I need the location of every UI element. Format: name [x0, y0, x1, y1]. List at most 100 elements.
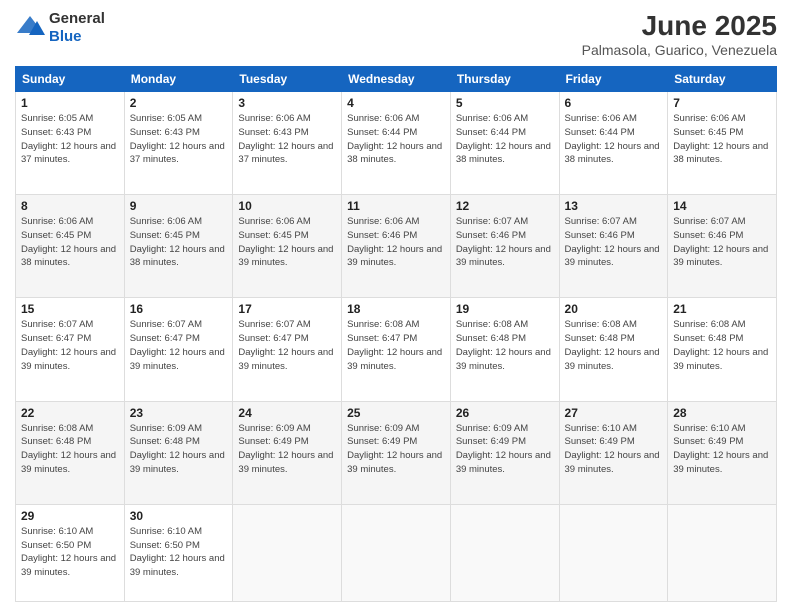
day-number: 16: [130, 302, 228, 316]
day-number: 19: [456, 302, 554, 316]
day-info: Sunrise: 6:07 AM Sunset: 6:46 PM Dayligh…: [456, 215, 554, 270]
table-row: [668, 504, 777, 601]
day-number: 23: [130, 406, 228, 420]
day-number: 5: [456, 96, 554, 110]
day-number: 9: [130, 199, 228, 213]
day-info: Sunrise: 6:10 AM Sunset: 6:49 PM Dayligh…: [673, 422, 771, 477]
location: Palmasola, Guarico, Venezuela: [582, 42, 777, 58]
day-number: 26: [456, 406, 554, 420]
calendar-header-row: Sunday Monday Tuesday Wednesday Thursday…: [16, 67, 777, 92]
table-row: 26 Sunrise: 6:09 AM Sunset: 6:49 PM Dayl…: [450, 401, 559, 504]
day-number: 29: [21, 509, 119, 523]
day-number: 17: [238, 302, 336, 316]
table-row: 3 Sunrise: 6:06 AM Sunset: 6:43 PM Dayli…: [233, 92, 342, 195]
day-info: Sunrise: 6:06 AM Sunset: 6:44 PM Dayligh…: [347, 112, 445, 167]
table-row: 7 Sunrise: 6:06 AM Sunset: 6:45 PM Dayli…: [668, 92, 777, 195]
col-wednesday: Wednesday: [342, 67, 451, 92]
table-row: 9 Sunrise: 6:06 AM Sunset: 6:45 PM Dayli…: [124, 195, 233, 298]
day-number: 1: [21, 96, 119, 110]
day-info: Sunrise: 6:08 AM Sunset: 6:48 PM Dayligh…: [673, 318, 771, 373]
day-number: 25: [347, 406, 445, 420]
day-info: Sunrise: 6:08 AM Sunset: 6:48 PM Dayligh…: [21, 422, 119, 477]
col-friday: Friday: [559, 67, 668, 92]
day-info: Sunrise: 6:07 AM Sunset: 6:47 PM Dayligh…: [130, 318, 228, 373]
day-number: 2: [130, 96, 228, 110]
day-info: Sunrise: 6:09 AM Sunset: 6:49 PM Dayligh…: [347, 422, 445, 477]
day-number: 7: [673, 96, 771, 110]
table-row: 22 Sunrise: 6:08 AM Sunset: 6:48 PM Dayl…: [16, 401, 125, 504]
day-info: Sunrise: 6:05 AM Sunset: 6:43 PM Dayligh…: [21, 112, 119, 167]
logo: General Blue: [15, 10, 105, 46]
day-info: Sunrise: 6:08 AM Sunset: 6:48 PM Dayligh…: [456, 318, 554, 373]
header: General Blue June 2025 Palmasola, Guaric…: [15, 10, 777, 58]
table-row: 8 Sunrise: 6:06 AM Sunset: 6:45 PM Dayli…: [16, 195, 125, 298]
table-row: 10 Sunrise: 6:06 AM Sunset: 6:45 PM Dayl…: [233, 195, 342, 298]
day-number: 15: [21, 302, 119, 316]
day-info: Sunrise: 6:05 AM Sunset: 6:43 PM Dayligh…: [130, 112, 228, 167]
table-row: 27 Sunrise: 6:10 AM Sunset: 6:49 PM Dayl…: [559, 401, 668, 504]
day-number: 3: [238, 96, 336, 110]
table-row: 14 Sunrise: 6:07 AM Sunset: 6:46 PM Dayl…: [668, 195, 777, 298]
day-number: 22: [21, 406, 119, 420]
table-row: 19 Sunrise: 6:08 AM Sunset: 6:48 PM Dayl…: [450, 298, 559, 401]
table-row: [559, 504, 668, 601]
day-info: Sunrise: 6:06 AM Sunset: 6:45 PM Dayligh…: [130, 215, 228, 270]
day-info: Sunrise: 6:06 AM Sunset: 6:43 PM Dayligh…: [238, 112, 336, 167]
day-number: 11: [347, 199, 445, 213]
day-info: Sunrise: 6:07 AM Sunset: 6:46 PM Dayligh…: [673, 215, 771, 270]
day-number: 8: [21, 199, 119, 213]
table-row: 5 Sunrise: 6:06 AM Sunset: 6:44 PM Dayli…: [450, 92, 559, 195]
table-row: 13 Sunrise: 6:07 AM Sunset: 6:46 PM Dayl…: [559, 195, 668, 298]
table-row: 15 Sunrise: 6:07 AM Sunset: 6:47 PM Dayl…: [16, 298, 125, 401]
title-block: June 2025 Palmasola, Guarico, Venezuela: [582, 10, 777, 58]
day-info: Sunrise: 6:09 AM Sunset: 6:48 PM Dayligh…: [130, 422, 228, 477]
table-row: 18 Sunrise: 6:08 AM Sunset: 6:47 PM Dayl…: [342, 298, 451, 401]
day-info: Sunrise: 6:10 AM Sunset: 6:50 PM Dayligh…: [21, 525, 119, 580]
day-info: Sunrise: 6:06 AM Sunset: 6:45 PM Dayligh…: [673, 112, 771, 167]
day-number: 14: [673, 199, 771, 213]
page: General Blue June 2025 Palmasola, Guaric…: [0, 0, 792, 612]
table-row: 17 Sunrise: 6:07 AM Sunset: 6:47 PM Dayl…: [233, 298, 342, 401]
day-number: 30: [130, 509, 228, 523]
day-info: Sunrise: 6:09 AM Sunset: 6:49 PM Dayligh…: [238, 422, 336, 477]
day-info: Sunrise: 6:07 AM Sunset: 6:46 PM Dayligh…: [565, 215, 663, 270]
day-number: 18: [347, 302, 445, 316]
table-row: 11 Sunrise: 6:06 AM Sunset: 6:46 PM Dayl…: [342, 195, 451, 298]
day-number: 28: [673, 406, 771, 420]
day-info: Sunrise: 6:09 AM Sunset: 6:49 PM Dayligh…: [456, 422, 554, 477]
logo-text: General Blue: [49, 10, 105, 46]
day-info: Sunrise: 6:10 AM Sunset: 6:50 PM Dayligh…: [130, 525, 228, 580]
day-number: 6: [565, 96, 663, 110]
day-number: 20: [565, 302, 663, 316]
col-thursday: Thursday: [450, 67, 559, 92]
table-row: 4 Sunrise: 6:06 AM Sunset: 6:44 PM Dayli…: [342, 92, 451, 195]
logo-blue: Blue: [49, 28, 82, 45]
day-number: 27: [565, 406, 663, 420]
table-row: 24 Sunrise: 6:09 AM Sunset: 6:49 PM Dayl…: [233, 401, 342, 504]
logo-general: General: [49, 10, 105, 27]
day-info: Sunrise: 6:06 AM Sunset: 6:44 PM Dayligh…: [456, 112, 554, 167]
day-number: 24: [238, 406, 336, 420]
logo-icon: [15, 13, 45, 43]
day-info: Sunrise: 6:06 AM Sunset: 6:45 PM Dayligh…: [238, 215, 336, 270]
col-sunday: Sunday: [16, 67, 125, 92]
col-monday: Monday: [124, 67, 233, 92]
day-number: 10: [238, 199, 336, 213]
col-tuesday: Tuesday: [233, 67, 342, 92]
table-row: 25 Sunrise: 6:09 AM Sunset: 6:49 PM Dayl…: [342, 401, 451, 504]
table-row: 21 Sunrise: 6:08 AM Sunset: 6:48 PM Dayl…: [668, 298, 777, 401]
table-row: 23 Sunrise: 6:09 AM Sunset: 6:48 PM Dayl…: [124, 401, 233, 504]
table-row: 6 Sunrise: 6:06 AM Sunset: 6:44 PM Dayli…: [559, 92, 668, 195]
day-info: Sunrise: 6:10 AM Sunset: 6:49 PM Dayligh…: [565, 422, 663, 477]
day-info: Sunrise: 6:06 AM Sunset: 6:45 PM Dayligh…: [21, 215, 119, 270]
day-info: Sunrise: 6:07 AM Sunset: 6:47 PM Dayligh…: [21, 318, 119, 373]
table-row: 28 Sunrise: 6:10 AM Sunset: 6:49 PM Dayl…: [668, 401, 777, 504]
table-row: 30 Sunrise: 6:10 AM Sunset: 6:50 PM Dayl…: [124, 504, 233, 601]
table-row: 12 Sunrise: 6:07 AM Sunset: 6:46 PM Dayl…: [450, 195, 559, 298]
day-number: 4: [347, 96, 445, 110]
month-title: June 2025: [582, 10, 777, 42]
day-info: Sunrise: 6:07 AM Sunset: 6:47 PM Dayligh…: [238, 318, 336, 373]
day-number: 21: [673, 302, 771, 316]
calendar-table: Sunday Monday Tuesday Wednesday Thursday…: [15, 66, 777, 602]
table-row: 16 Sunrise: 6:07 AM Sunset: 6:47 PM Dayl…: [124, 298, 233, 401]
